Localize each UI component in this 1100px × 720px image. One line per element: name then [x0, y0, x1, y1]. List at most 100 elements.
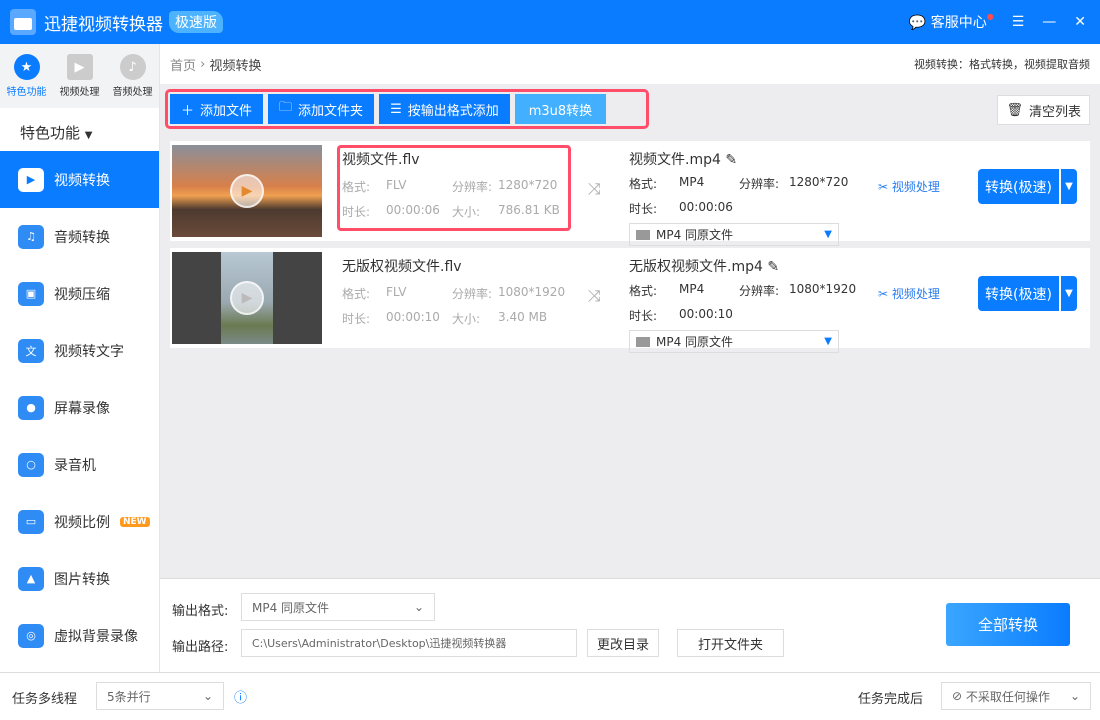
compress-icon: ▣ [18, 281, 44, 306]
edit-icon[interactable]: ✎ [725, 152, 737, 168]
new-badge: NEW [120, 516, 150, 527]
nav-virtual-bg[interactable]: ◎ 虚拟背景录像 [0, 607, 159, 664]
file-row: ▶ 无版权视频文件.flv 格式: FLV 分辨率: 1080*1920 时长: 00… [170, 248, 1090, 353]
edit-icon[interactable]: ✎ [767, 259, 779, 275]
app-logo-icon [10, 9, 36, 35]
output-format-select[interactable]: MP4 同原文件 ⌄ [241, 593, 435, 621]
main-panel: 首页 › 视频转换 视频转换：格式转换，视频提取音频 ＋ 添加文件 🗀 添加文件夹 … [160, 44, 1100, 578]
video-thumbnail[interactable]: ▶ [172, 252, 322, 344]
preset-value: MP4 同原文件 [656, 335, 734, 349]
convert-all-button[interactable]: 全部转换 [946, 603, 1070, 646]
info-icon[interactable]: ⓘ [234, 687, 247, 706]
caret-down-icon: ▼ [84, 130, 93, 141]
output-format-select[interactable]: MP4 同原文件 ▼ [629, 223, 839, 246]
shuffle-icon: ⤨ [588, 286, 601, 305]
source-format: FLV [386, 178, 407, 192]
label: 时长: [342, 312, 371, 326]
play-icon[interactable]: ▶ [230, 174, 264, 208]
scissors-icon: ✂ [878, 287, 889, 301]
nav-label: 视频比例 [54, 514, 110, 531]
source-filename: 视频文件.flv [342, 152, 420, 168]
convert-dropdown-button[interactable]: ▼ [1060, 276, 1077, 311]
output-path-field[interactable]: C:\Users\Administrator\Desktop\迅捷视频转换器 [241, 629, 577, 657]
button-label: 添加文件夹 [298, 103, 364, 119]
trash-icon: 🗑 [1006, 102, 1023, 118]
topcat-features[interactable]: ★ 特色功能 [0, 44, 53, 108]
button-label: 添加文件 [200, 103, 253, 119]
source-resolution: 1080*1920 [498, 285, 566, 299]
nav-screen-record[interactable]: ● 屏幕录像 [0, 379, 159, 436]
preset-value: MP4 同原文件 [656, 228, 734, 242]
virtual-bg-icon: ◎ [18, 623, 44, 648]
audio-convert-icon: ♫ [18, 224, 44, 249]
source-format: FLV [386, 285, 407, 299]
nav-video-convert[interactable]: ▶ 视频转换 [0, 151, 159, 208]
convert-button[interactable]: 转换(极速) [978, 169, 1059, 204]
change-directory-button[interactable]: 更改目录 [587, 629, 659, 657]
edition-badge: 极速版 [169, 11, 223, 33]
source-duration: 00:00:10 [386, 310, 440, 324]
folder-icon: 🗀 [279, 100, 293, 115]
topcat-audio[interactable]: ♪ 音频处理 [106, 44, 159, 108]
source-filename: 无版权视频文件.flv [342, 259, 462, 275]
topcat-video[interactable]: ▶ 视频处理 [53, 44, 106, 108]
support-button[interactable]: 💬 客服中心● [909, 12, 994, 32]
section-title: 特色功能 [20, 124, 81, 142]
close-icon[interactable]: ✕ [1074, 14, 1086, 30]
nav-audio-convert[interactable]: ♫ 音频转换 [0, 208, 159, 265]
threads-label: 任务多线程 [12, 692, 78, 707]
nav-video-ratio[interactable]: ▭ 视频比例 NEW [0, 493, 159, 550]
camera-icon [636, 229, 650, 240]
select-value: MP4 同原文件 [252, 600, 330, 615]
menu-icon[interactable]: ☰ [1012, 14, 1025, 30]
add-folder-button[interactable]: 🗀 添加文件夹 [268, 94, 375, 124]
output-resolution: 1080*1920 [789, 282, 857, 296]
star-icon: ★ [13, 54, 40, 80]
add-toolbar: ＋ 添加文件 🗀 添加文件夹 ☰ 按输出格式添加 m3u8转换 [165, 89, 649, 129]
section-dropdown[interactable]: 特色功能 ▼ [0, 108, 159, 151]
minimize-icon[interactable]: — [1042, 14, 1056, 30]
clear-list-button[interactable]: 🗑 清空列表 [997, 95, 1090, 125]
source-duration: 00:00:06 [386, 203, 440, 217]
output-filename: 视频文件.mp4 [629, 152, 721, 168]
threads-select[interactable]: 5条并行 ⌄ [96, 682, 224, 710]
nav-label: 视频压缩 [54, 286, 110, 303]
video-process-link[interactable]: ✂ 视频处理 [878, 178, 940, 195]
add-file-button[interactable]: ＋ 添加文件 [170, 94, 264, 124]
nav-video-to-text[interactable]: 文视频转文字 [0, 322, 159, 379]
m3u8-convert-button[interactable]: m3u8转换 [514, 94, 607, 124]
ratio-icon: ▭ [18, 509, 44, 534]
source-resolution: 1280*720 [498, 178, 558, 192]
label: 时长: [342, 205, 371, 219]
label: 分辨率: [452, 287, 493, 301]
chevron-down-icon: ⌄ [413, 600, 424, 614]
label: 分辨率: [452, 180, 493, 194]
source-size: 3.40 MB [498, 310, 548, 324]
breadcrumb-current: 视频转换 [209, 58, 262, 74]
convert-dropdown-button[interactable]: ▼ [1060, 169, 1077, 204]
label: 格式: [342, 180, 371, 194]
label: 大小: [452, 205, 481, 219]
plus-icon: ＋ [181, 103, 195, 119]
output-path-label: 输出路径: [172, 640, 229, 655]
title-bar: 迅捷视频转换器 极速版 💬 客服中心● ☰ — ✕ [0, 0, 1100, 44]
convert-button[interactable]: 转换(极速) [978, 276, 1059, 311]
play-icon[interactable]: ▶ [230, 281, 264, 315]
video-process-link[interactable]: ✂ 视频处理 [878, 285, 940, 302]
chevron-down-icon: ⌄ [202, 689, 213, 703]
nav-label: 虚拟背景录像 [54, 628, 138, 645]
video-thumbnail[interactable]: ▶ [172, 145, 322, 237]
nav-image-convert[interactable]: ▲ 图片转换 [0, 550, 159, 607]
add-by-format-button[interactable]: ☰ 按输出格式添加 [379, 94, 510, 124]
nav-video-compress[interactable]: ▣ 视频压缩 [0, 265, 159, 322]
output-format: MP4 [679, 282, 705, 296]
breadcrumb: 首页 › 视频转换 视频转换：格式转换，视频提取音频 [160, 44, 1100, 84]
output-format-select[interactable]: MP4 同原文件 ▼ [629, 330, 839, 353]
after-complete-select[interactable]: ⊘ 不采取任何操作 ⌄ [941, 682, 1091, 710]
link-label: 视频处理 [891, 287, 940, 301]
dropdown-arrow-icon: ▼ [824, 336, 832, 347]
nav-recorder[interactable]: ○ 录音机 [0, 436, 159, 493]
output-info: 无版权视频文件.mp4 ✎ 格式: MP4 分辨率: 1080*1920 时长: 00… [629, 256, 869, 353]
open-folder-button[interactable]: 打开文件夹 [677, 629, 784, 657]
breadcrumb-home[interactable]: 首页 [170, 55, 196, 74]
